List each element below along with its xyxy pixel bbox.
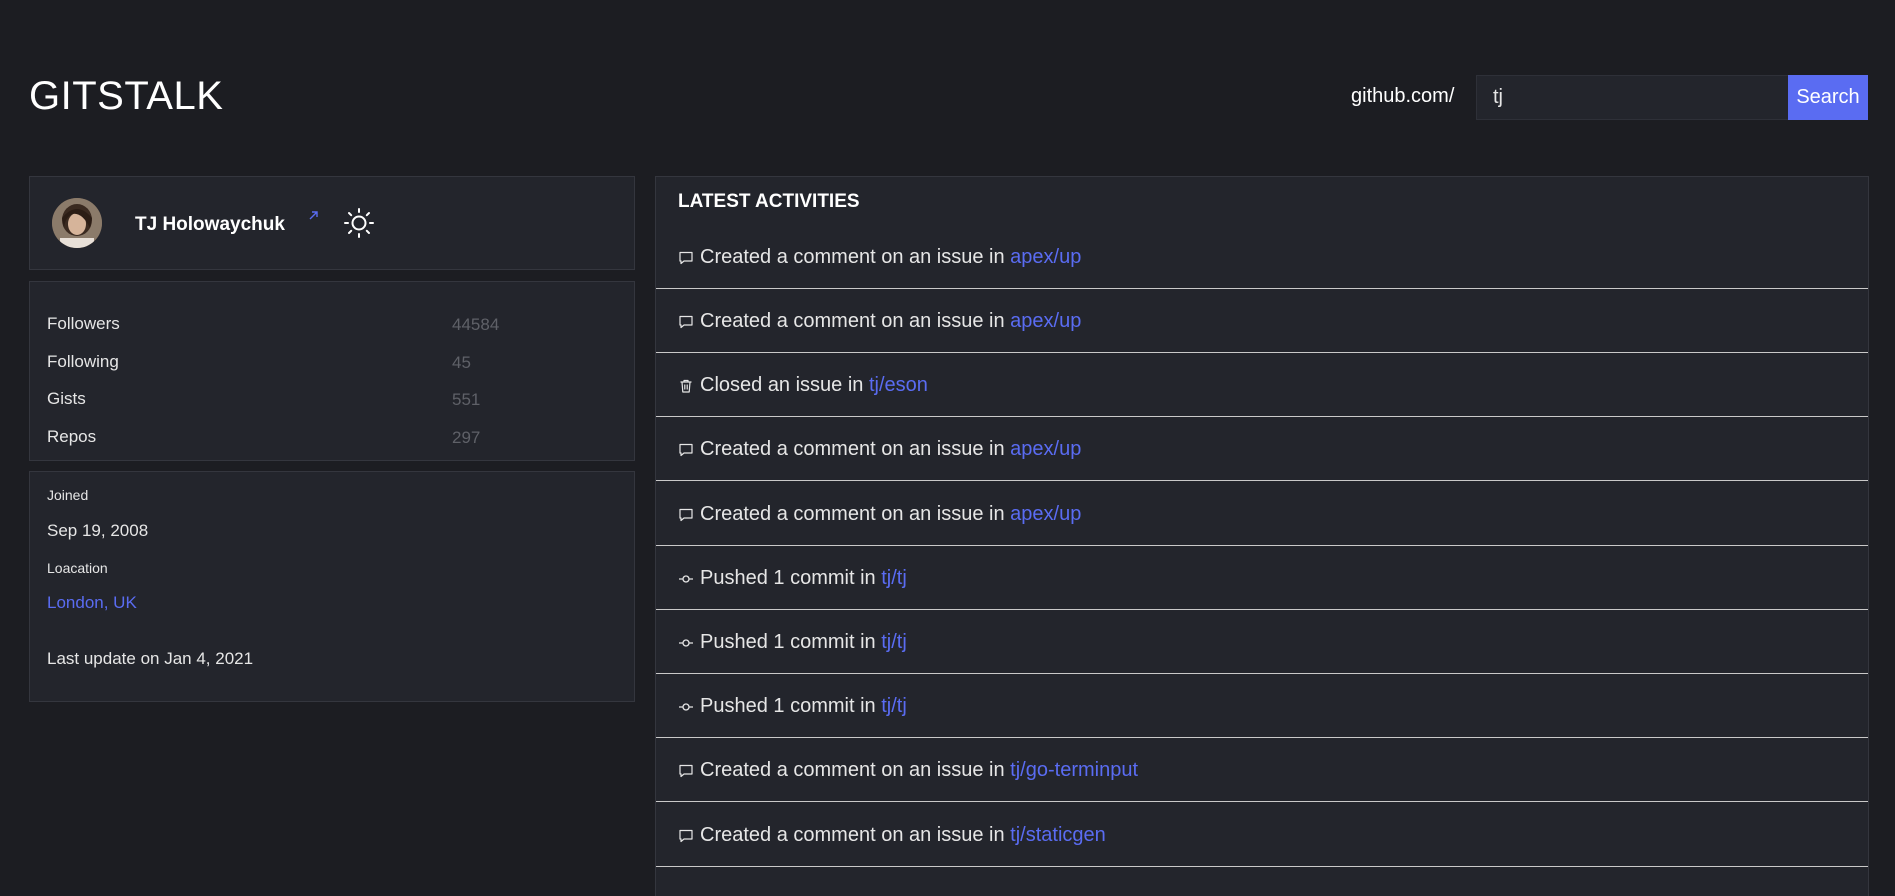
activity-item: Pushed 1 commit in tj/tj	[656, 546, 1868, 610]
commit-icon	[678, 698, 694, 714]
repo-link[interactable]: tj/tj	[881, 567, 907, 589]
theme-toggle-sun-icon[interactable]	[343, 207, 375, 239]
activity-description: Pushed 1 commit in	[700, 631, 882, 653]
activity-item: Created a comment on an issue in apex/up	[656, 482, 1868, 546]
comment-icon	[678, 313, 694, 329]
activity-description: Created a comment on an issue in	[700, 246, 1011, 268]
trash-icon	[678, 377, 694, 393]
avatar	[52, 198, 102, 248]
stat-row-repos: Repos 297	[47, 427, 617, 457]
repo-link[interactable]: tj/eson	[869, 374, 928, 396]
comment-icon	[678, 249, 694, 265]
repo-link[interactable]: apex/up	[1010, 310, 1081, 332]
activity-description: Pushed 1 commit in	[700, 567, 882, 589]
activity-text: Created a comment on an issue in apex/up	[700, 503, 1081, 526]
stat-value: 44584	[452, 315, 500, 334]
comment-icon	[678, 441, 694, 457]
activity-item: Created a comment on an issue in apex/up	[656, 225, 1868, 289]
activity-text: Pushed 1 commit in tj/tj	[700, 631, 907, 654]
repo-link[interactable]: tj/go-terminput	[1010, 759, 1138, 781]
stat-label: Gists	[47, 389, 86, 408]
comment-icon	[678, 762, 694, 778]
activity-item: Closed an issue in tj/eson	[656, 353, 1868, 417]
repo-link[interactable]: apex/up	[1010, 438, 1081, 460]
last-update-text: Last update on Jan 4, 2021	[47, 649, 254, 668]
repo-link[interactable]: tj/tj	[881, 631, 907, 653]
activity-item: Created a comment on an issue in tj/stat…	[656, 803, 1868, 867]
activity-description: Pushed 1 commit in	[700, 695, 882, 717]
activity-description: Created a comment on an issue in	[700, 310, 1011, 332]
comment-icon	[678, 827, 694, 843]
location-link[interactable]: London, UK	[47, 593, 137, 613]
activity-text: Pushed 1 commit in tj/tj	[700, 567, 907, 590]
activity-description: Created a comment on an issue in	[700, 824, 1011, 846]
activity-item: Created a comment on an issue in tj/go-t…	[656, 738, 1868, 802]
repo-link[interactable]: apex/up	[1010, 503, 1081, 525]
activity-text: Closed an issue in tj/eson	[700, 374, 928, 397]
activities-title: LATEST ACTIVITIES	[678, 191, 860, 212]
stat-row-followers: Followers 44584	[47, 314, 617, 344]
stat-value: 551	[452, 390, 481, 409]
activity-item: Created a comment on an issue in apex/up	[656, 417, 1868, 481]
activity-text: Created a comment on an issue in apex/up	[700, 310, 1081, 333]
activity-description: Created a comment on an issue in	[700, 503, 1011, 525]
repo-link[interactable]: tj/tj	[881, 695, 907, 717]
joined-label: Joined	[47, 487, 89, 503]
activity-item: Pushed 1 commit in tj/tj	[656, 674, 1868, 738]
activity-text: Created a comment on an issue in tj/stat…	[700, 824, 1106, 847]
stats-card: Followers 44584 Following 45 Gists 551 R…	[29, 281, 635, 461]
comment-icon	[678, 506, 694, 522]
activity-text: Pushed 1 commit in tj/tj	[700, 695, 907, 718]
activity-description: Created a comment on an issue in	[700, 438, 1011, 460]
stat-label: Repos	[47, 427, 97, 446]
stat-label: Followers	[47, 314, 120, 333]
joined-date: Sep 19, 2008	[47, 521, 149, 540]
activity-description: Created a comment on an issue in	[700, 759, 1011, 781]
repo-link[interactable]: tj/staticgen	[1010, 824, 1106, 846]
username-search-input[interactable]	[1476, 75, 1789, 120]
stat-row-following: Following 45	[47, 352, 617, 382]
commit-icon	[678, 570, 694, 586]
info-card: Joined Sep 19, 2008 Loacation London, UK…	[29, 471, 635, 702]
search-button[interactable]: Search	[1788, 75, 1868, 120]
external-link-icon[interactable]	[307, 210, 319, 222]
app-logo[interactable]: GITSTALK	[29, 74, 223, 119]
repo-link[interactable]: apex/up	[1010, 246, 1081, 268]
activity-text: Created a comment on an issue in apex/up	[700, 438, 1081, 461]
stat-value: 297	[452, 428, 481, 447]
stat-value: 45	[452, 353, 471, 372]
stat-row-gists: Gists 551	[47, 389, 617, 419]
commit-icon	[678, 634, 694, 650]
profile-card: TJ Holowaychuk	[29, 176, 635, 270]
activity-text: Created a comment on an issue in apex/up	[700, 246, 1081, 269]
activities-card: LATEST ACTIVITIES Created a comment on a…	[655, 176, 1869, 896]
activity-description: Closed an issue in	[700, 374, 869, 396]
location-label: Loacation	[47, 560, 108, 576]
header: GITSTALK github.com/ Search	[0, 0, 1895, 150]
search-prefix-label: github.com/	[1351, 85, 1455, 107]
activity-text: Created a comment on an issue in tj/go-t…	[700, 759, 1138, 782]
activity-item: Created a comment on an issue in apex/up	[656, 289, 1868, 353]
stat-label: Following	[47, 352, 119, 371]
activity-item: Pushed 1 commit in tj/tj	[656, 610, 1868, 674]
user-name: TJ Holowaychuk	[135, 214, 285, 235]
